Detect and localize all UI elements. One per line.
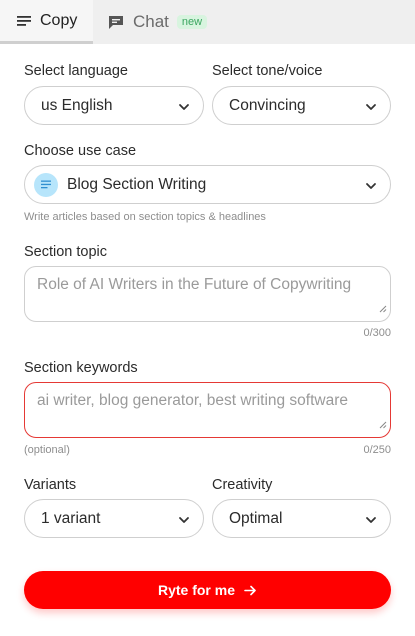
chevron-down-icon [365,100,377,118]
chevron-down-icon [178,100,190,118]
language-label: Select language [24,63,128,79]
chevron-down-icon [365,513,377,531]
language-select[interactable]: us English [24,86,204,125]
document-lines-icon [34,172,58,197]
variants-label: Variants [24,477,77,493]
arrow-right-icon [244,585,257,596]
use-case-select[interactable]: Blog Section Writing [24,165,391,204]
section-keywords-label: Section keywords [24,360,138,376]
resize-handle-icon[interactable] [379,416,387,434]
use-case-value: Blog Section Writing [67,175,207,193]
use-case-label: Choose use case [24,143,137,159]
tab-copy-label: Copy [40,11,78,29]
new-badge: new [176,15,208,29]
resize-handle-icon[interactable] [379,300,387,318]
tone-select[interactable]: Convincing [212,86,391,125]
section-keywords-placeholder: ai writer, blog generator, best writing … [37,392,349,409]
creativity-label: Creativity [212,477,273,493]
creativity-select[interactable]: Optimal [212,499,391,538]
ryte-for-me-button[interactable]: Ryte for me [24,571,391,609]
chat-bubble-icon [108,15,124,30]
tab-chat[interactable]: Chat new [108,0,208,44]
section-topic-label: Section topic [24,244,108,260]
section-topic-counter: 0/300 [363,327,391,339]
mode-tabs: Copy Chat new [0,0,415,44]
chevron-down-icon [178,513,190,531]
section-keywords-input[interactable]: ai writer, blog generator, best writing … [24,382,391,438]
ryte-for-me-label: Ryte for me [157,582,236,598]
tone-value: Convincing [229,96,306,114]
tab-copy[interactable]: Copy [0,0,93,44]
tab-chat-label: Chat [133,12,169,31]
creativity-value: Optimal [229,509,283,527]
section-keywords-optional: (optional) [24,444,70,456]
section-topic-placeholder: Role of AI Writers in the Future of Copy… [37,276,352,293]
use-case-hint: Write articles based on section topics &… [24,211,266,223]
chevron-down-icon [365,179,377,197]
section-keywords-counter: 0/250 [363,444,391,456]
tone-label: Select tone/voice [212,63,323,79]
lines-icon [17,15,31,27]
language-value: us English [41,96,113,114]
variants-value: 1 variant [41,509,101,527]
variants-select[interactable]: 1 variant [24,499,204,538]
section-topic-input[interactable]: Role of AI Writers in the Future of Copy… [24,266,391,322]
